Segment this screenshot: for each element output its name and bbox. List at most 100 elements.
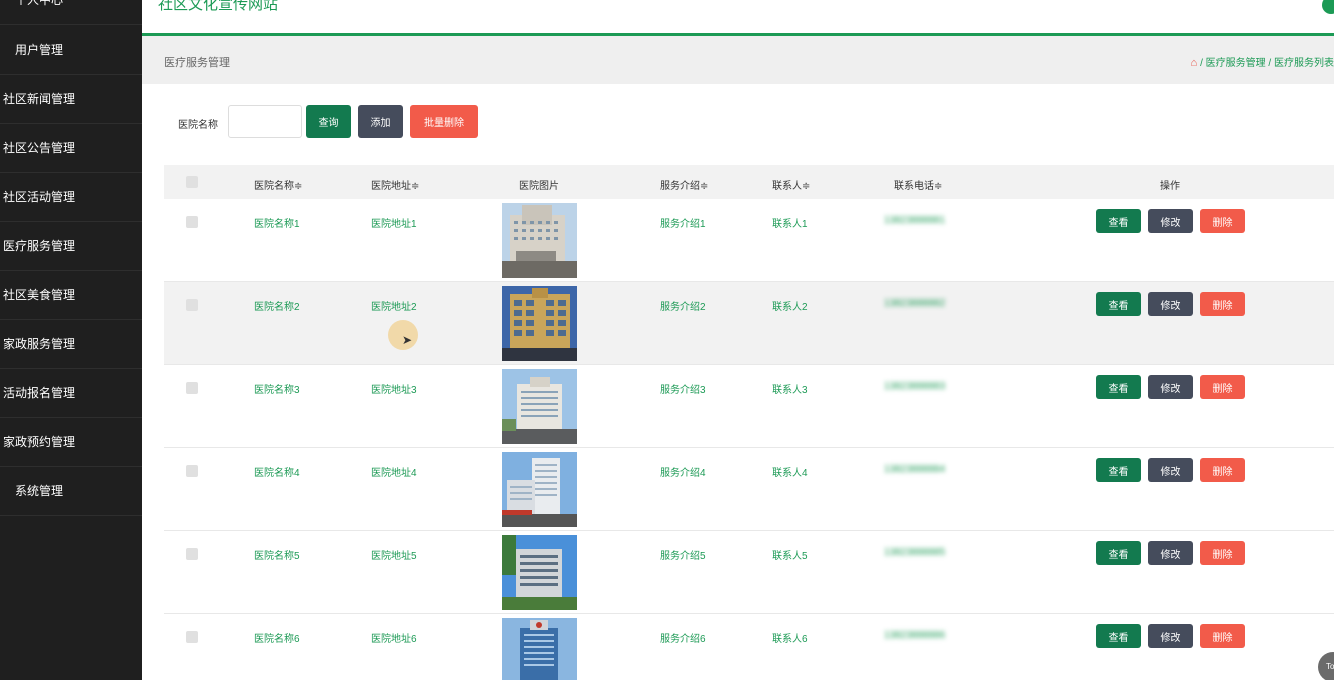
edit-button[interactable]: 修改 [1148, 541, 1193, 565]
cell-intro: 服务介绍5 [660, 551, 706, 562]
table-row: 医院名称4 医院地址4 服务介绍4 联系人4 13823888884 查看 修改… [164, 448, 1334, 531]
delete-button[interactable]: 删除 [1200, 541, 1245, 565]
sidebar-item-personal-center[interactable]: 个人中心 [0, 0, 142, 25]
row-checkbox[interactable] [186, 216, 198, 228]
hospital-image[interactable] [502, 369, 577, 444]
cell-name: 医院名称1 [254, 219, 300, 230]
select-all-checkbox[interactable] [186, 176, 198, 188]
sidebar-item-news[interactable]: 社区新闻管理 [0, 75, 142, 124]
column-header-name[interactable]: 医院名称≑ [254, 177, 302, 192]
cell-address: 医院地址5 [371, 551, 417, 562]
cell-name: 医院名称4 [254, 468, 300, 479]
view-button[interactable]: 查看 [1096, 458, 1141, 482]
table-row: 医院名称5 医院地址5 服务介绍5 联系人5 13823888885 查看 修改… [164, 531, 1334, 614]
cell-contact: 联系人2 [772, 302, 808, 313]
view-button[interactable]: 查看 [1096, 624, 1141, 648]
top-header: 社区文化宣传网站 [142, 0, 1334, 36]
delete-button[interactable]: 删除 [1200, 375, 1245, 399]
edit-button[interactable]: 修改 [1148, 624, 1193, 648]
hospital-image[interactable] [502, 286, 577, 361]
home-icon[interactable]: ⌂ [1190, 57, 1197, 69]
cell-contact: 联系人6 [772, 634, 808, 645]
batch-delete-button[interactable]: 批量删除 [410, 105, 478, 138]
add-button[interactable]: 添加 [358, 105, 403, 138]
sidebar-item-activity-signup[interactable]: 活动报名管理 [0, 369, 142, 418]
sidebar-item-medical[interactable]: 医疗服务管理 [0, 222, 142, 271]
edit-button[interactable]: 修改 [1148, 458, 1193, 482]
cell-address: 医院地址2 [371, 302, 417, 313]
cell-intro: 服务介绍1 [660, 219, 706, 230]
breadcrumb-path[interactable]: / 医疗服务管理 / 医疗服务列表 [1200, 58, 1334, 69]
sidebar-item-housekeeping-booking[interactable]: 家政预约管理 [0, 418, 142, 467]
cell-name: 医院名称2 [254, 302, 300, 313]
column-header-contact[interactable]: 联系人≑ [772, 177, 810, 192]
cell-name: 医院名称6 [254, 634, 300, 645]
delete-button[interactable]: 删除 [1200, 292, 1245, 316]
cell-contact: 联系人4 [772, 468, 808, 479]
row-checkbox[interactable] [186, 299, 198, 311]
cell-contact: 联系人3 [772, 385, 808, 396]
cell-phone: 13823888886 [884, 630, 946, 641]
cell-address: 医院地址4 [371, 468, 417, 479]
hospital-image[interactable] [502, 452, 577, 527]
cell-intro: 服务介绍6 [660, 634, 706, 645]
breadcrumb-bar: 医疗服务管理 ⌂ / 医疗服务管理 / 医疗服务列表 [142, 36, 1334, 84]
delete-button[interactable]: 删除 [1200, 458, 1245, 482]
site-title: 社区文化宣传网站 [158, 0, 279, 13]
edit-button[interactable]: 修改 [1148, 375, 1193, 399]
edit-button[interactable]: 修改 [1148, 209, 1193, 233]
sidebar-item-food[interactable]: 社区美食管理 [0, 271, 142, 320]
cell-intro: 服务介绍2 [660, 302, 706, 313]
user-icon[interactable] [1322, 0, 1334, 14]
page-title: 医疗服务管理 [164, 57, 230, 69]
view-button[interactable]: 查看 [1096, 541, 1141, 565]
hospital-image[interactable] [502, 535, 577, 610]
row-checkbox[interactable] [186, 382, 198, 394]
hospital-name-input[interactable] [228, 105, 302, 138]
table-row: 医院名称1 医院地址1 服务介绍1 联系人1 13823888881 查看 修改… [164, 199, 1334, 282]
sidebar-item-users[interactable]: 用户管理 [0, 26, 142, 75]
delete-button[interactable]: 删除 [1200, 209, 1245, 233]
column-header-image: 医院图片 [519, 181, 559, 192]
sidebar-item-notices[interactable]: 社区公告管理 [0, 124, 142, 173]
breadcrumb: ⌂ / 医疗服务管理 / 医疗服务列表 [1190, 54, 1334, 69]
table-row: 医院名称2 医院地址2 服务介绍2 联系人2 13823888882 查看 修改… [164, 282, 1334, 365]
column-header-actions: 操作 [1160, 181, 1180, 192]
sidebar-item-system[interactable]: 系统管理 [0, 467, 142, 516]
cursor-icon: ➤ [402, 333, 413, 347]
sort-icon[interactable]: ≑ [700, 181, 708, 192]
sidebar: 个人中心 用户管理 社区新闻管理 社区公告管理 社区活动管理 医疗服务管理 社区… [0, 0, 142, 680]
delete-button[interactable]: 删除 [1200, 624, 1245, 648]
cell-phone: 13823888881 [884, 215, 946, 226]
cell-address: 医院地址1 [371, 219, 417, 230]
edit-button[interactable]: 修改 [1148, 292, 1193, 316]
sort-icon[interactable]: ≑ [294, 181, 302, 192]
sort-icon[interactable]: ≑ [802, 181, 810, 192]
cell-intro: 服务介绍4 [660, 468, 706, 479]
table-header: 医院名称≑ 医院地址≑ 医院图片 服务介绍≑ 联系人≑ 联系电话≑ 操作 [164, 165, 1334, 199]
hospital-image[interactable] [502, 203, 577, 278]
column-header-address[interactable]: 医院地址≑ [371, 177, 419, 192]
table-row: 医院名称3 医院地址3 服务介绍3 联系人3 13823888883 查看 修改… [164, 365, 1334, 448]
sort-icon[interactable]: ≑ [411, 181, 419, 192]
query-button[interactable]: 查询 [306, 105, 351, 138]
view-button[interactable]: 查看 [1096, 292, 1141, 316]
row-checkbox[interactable] [186, 548, 198, 560]
sort-icon[interactable]: ≑ [934, 181, 942, 192]
row-checkbox[interactable] [186, 465, 198, 477]
view-button[interactable]: 查看 [1096, 209, 1141, 233]
cell-contact: 联系人1 [772, 219, 808, 230]
column-header-intro[interactable]: 服务介绍≑ [660, 177, 708, 192]
sidebar-item-activities[interactable]: 社区活动管理 [0, 173, 142, 222]
cell-name: 医院名称5 [254, 551, 300, 562]
hospital-image[interactable] [502, 618, 577, 680]
cell-phone: 13823888883 [884, 381, 946, 392]
cell-phone: 13823888882 [884, 298, 946, 309]
column-header-phone[interactable]: 联系电话≑ [894, 177, 942, 192]
row-checkbox[interactable] [186, 631, 198, 643]
view-button[interactable]: 查看 [1096, 375, 1141, 399]
cell-name: 医院名称3 [254, 385, 300, 396]
cell-address: 医院地址3 [371, 385, 417, 396]
sidebar-item-housekeeping[interactable]: 家政服务管理 [0, 320, 142, 369]
cell-address: 医院地址6 [371, 634, 417, 645]
